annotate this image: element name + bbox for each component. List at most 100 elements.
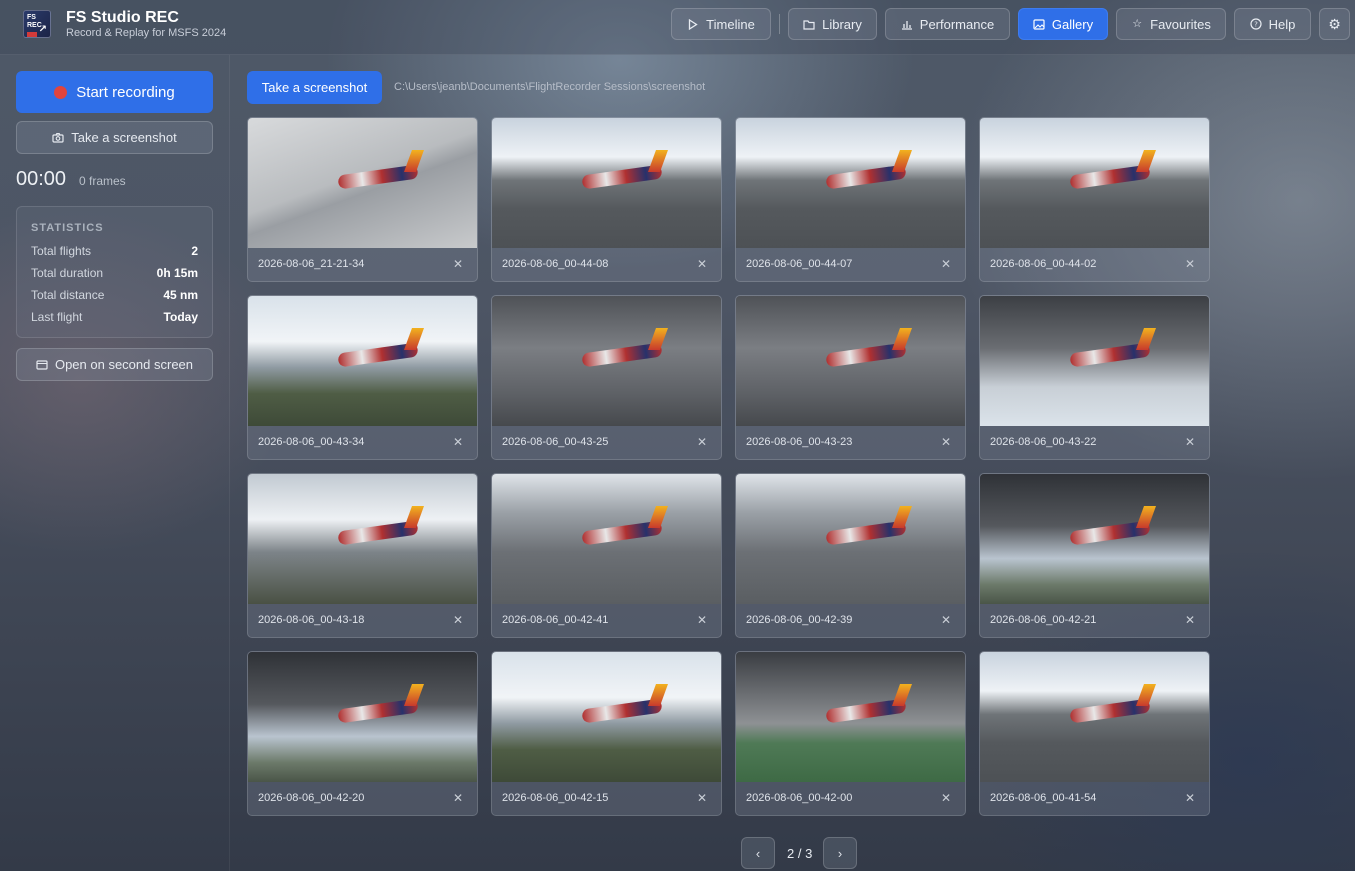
start-recording-button[interactable]: Start recording [16, 71, 213, 113]
settings-button[interactable]: ⚙ [1319, 8, 1350, 40]
aircraft-tail-shape [891, 684, 913, 706]
screenshot-thumbnail[interactable] [736, 474, 965, 604]
screenshot-thumbnail[interactable] [492, 296, 721, 426]
app-subtitle: Record & Replay for MSFS 2024 [66, 27, 227, 39]
nav-divider [779, 14, 780, 34]
app-title: FS Studio REC [66, 9, 179, 26]
delete-icon[interactable]: ✕ [941, 613, 951, 627]
statistics-panel: STATISTICS Total flights 2 Total duratio… [16, 206, 213, 338]
delete-icon[interactable]: ✕ [453, 791, 463, 805]
gallery-card[interactable]: 2026-08-06_00-42-00 ✕ [735, 651, 966, 816]
image-icon [1033, 18, 1045, 30]
card-footer: 2026-08-06_00-42-39 ✕ [736, 602, 965, 637]
screenshot-thumbnail[interactable] [492, 474, 721, 604]
aircraft-tail-shape [647, 150, 669, 172]
delete-icon[interactable]: ✕ [697, 257, 707, 271]
stat-value: 45 nm [163, 288, 198, 302]
stat-value: Today [163, 310, 198, 324]
card-footer: 2026-08-06_00-42-41 ✕ [492, 602, 721, 637]
next-page-button[interactable]: › [823, 837, 857, 869]
delete-icon[interactable]: ✕ [941, 257, 951, 271]
card-footer: 2026-08-06_00-43-22 ✕ [980, 424, 1209, 459]
tab-help[interactable]: ? Help [1234, 8, 1311, 40]
screenshot-path: C:\Users\jeanb\Documents\FlightRecorder … [394, 81, 706, 93]
card-footer: 2026-08-06_21-21-34 ✕ [248, 246, 477, 281]
delete-icon[interactable]: ✕ [453, 435, 463, 449]
frame-count: 0 frames [79, 174, 126, 188]
aircraft-tail-shape [1135, 328, 1157, 350]
gallery-card[interactable]: 2026-08-06_00-43-18 ✕ [247, 473, 478, 638]
tab-favourites[interactable]: ☆ Favourites [1116, 8, 1226, 40]
screenshot-name: 2026-08-06_00-42-39 [746, 613, 853, 626]
tab-label: Performance [919, 16, 995, 32]
screenshot-thumbnail[interactable] [248, 474, 477, 604]
card-footer: 2026-08-06_00-43-34 ✕ [248, 424, 477, 459]
delete-icon[interactable]: ✕ [453, 613, 463, 627]
gallery-card[interactable]: 2026-08-06_00-44-08 ✕ [491, 117, 722, 282]
tab-label: Timeline [706, 16, 755, 32]
gallery-card[interactable]: 2026-08-06_00-42-20 ✕ [247, 651, 478, 816]
screenshot-thumbnail[interactable] [248, 118, 477, 248]
screenshot-thumbnail[interactable] [248, 652, 477, 782]
gallery-card[interactable]: 2026-08-06_21-21-34 ✕ [247, 117, 478, 282]
delete-icon[interactable]: ✕ [697, 791, 707, 805]
screenshot-thumbnail[interactable] [980, 118, 1209, 248]
screenshot-thumbnail[interactable] [248, 296, 477, 426]
screenshot-thumbnail[interactable] [736, 118, 965, 248]
card-footer: 2026-08-06_00-42-21 ✕ [980, 602, 1209, 637]
delete-icon[interactable]: ✕ [1185, 791, 1195, 805]
gallery-card[interactable]: 2026-08-06_00-43-25 ✕ [491, 295, 722, 460]
gallery-card[interactable]: 2026-08-06_00-44-02 ✕ [979, 117, 1210, 282]
screenshot-thumbnail[interactable] [492, 118, 721, 248]
sidebar-screenshot-button[interactable]: Take a screenshot [16, 121, 213, 154]
gallery-card[interactable]: 2026-08-06_00-42-39 ✕ [735, 473, 966, 638]
aircraft-tail-shape [403, 150, 425, 172]
open-second-screen-button[interactable]: Open on second screen [16, 348, 213, 381]
tab-timeline[interactable]: Timeline [671, 8, 771, 40]
delete-icon[interactable]: ✕ [1185, 257, 1195, 271]
tab-label: Library [822, 16, 862, 32]
tab-gallery[interactable]: Gallery [1018, 8, 1108, 40]
svg-text:?: ? [1254, 21, 1258, 29]
gallery-card[interactable]: 2026-08-06_00-43-23 ✕ [735, 295, 966, 460]
aircraft-tail-shape [647, 684, 669, 706]
gallery-card[interactable]: 2026-08-06_00-42-41 ✕ [491, 473, 722, 638]
tab-library[interactable]: Library [788, 8, 877, 40]
stat-row: Total duration 0h 15m [31, 266, 198, 280]
delete-icon[interactable]: ✕ [697, 613, 707, 627]
delete-icon[interactable]: ✕ [453, 257, 463, 271]
delete-icon[interactable]: ✕ [941, 791, 951, 805]
prev-page-button[interactable]: ‹ [741, 837, 775, 869]
folder-icon [803, 18, 815, 30]
gallery-card[interactable]: 2026-08-06_00-43-34 ✕ [247, 295, 478, 460]
delete-icon[interactable]: ✕ [941, 435, 951, 449]
screenshot-name: 2026-08-06_00-41-54 [990, 791, 1097, 804]
screenshot-thumbnail[interactable] [980, 474, 1209, 604]
screenshot-name: 2026-08-06_00-44-07 [746, 257, 853, 270]
screenshot-name: 2026-08-06_00-42-21 [990, 613, 1097, 626]
delete-icon[interactable]: ✕ [697, 435, 707, 449]
aircraft-tail-shape [891, 328, 913, 350]
screenshot-thumbnail[interactable] [980, 652, 1209, 782]
screenshot-name: 2026-08-06_00-44-02 [990, 257, 1097, 270]
screenshot-thumbnail[interactable] [736, 296, 965, 426]
delete-icon[interactable]: ✕ [1185, 613, 1195, 627]
gallery-card[interactable]: 2026-08-06_00-43-22 ✕ [979, 295, 1210, 460]
record-dot-icon [54, 85, 68, 99]
screenshot-thumbnail[interactable] [980, 296, 1209, 426]
screenshot-thumbnail[interactable] [736, 652, 965, 782]
gallery-card[interactable]: 2026-08-06_00-41-54 ✕ [979, 651, 1210, 816]
camera-icon [52, 132, 64, 144]
bar-chart-icon [901, 18, 913, 30]
gallery-card[interactable]: 2026-08-06_00-42-15 ✕ [491, 651, 722, 816]
screenshot-thumbnail[interactable] [492, 652, 721, 782]
take-screenshot-button[interactable]: Take a screenshot [247, 71, 382, 104]
delete-icon[interactable]: ✕ [1185, 435, 1195, 449]
card-footer: 2026-08-06_00-43-25 ✕ [492, 424, 721, 459]
gallery-card[interactable]: 2026-08-06_00-44-07 ✕ [735, 117, 966, 282]
gallery-card[interactable]: 2026-08-06_00-42-21 ✕ [979, 473, 1210, 638]
help-circle-icon: ? [1250, 18, 1262, 30]
stat-value: 0h 15m [156, 266, 198, 280]
recording-timer: 00:00 [16, 168, 67, 190]
tab-performance[interactable]: Performance [885, 8, 1010, 40]
